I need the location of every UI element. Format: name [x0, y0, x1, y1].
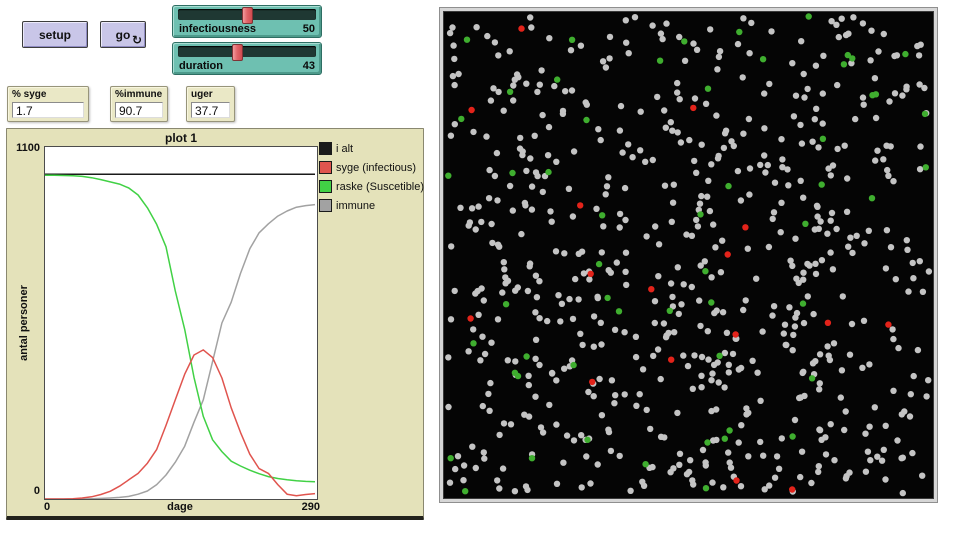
x-axis-label: dage — [44, 501, 316, 513]
world-view — [440, 8, 937, 502]
legend-swatch-red — [319, 161, 332, 174]
legend-item-syge: syge (infectious) — [319, 158, 424, 177]
go-button-label: go — [116, 28, 131, 42]
plot-widget: plot 1 1100 0 antal personer 0 dage 290 … — [6, 128, 424, 520]
legend-item-raske: raske (Suscetible) — [319, 177, 424, 196]
monitor-label: % syge — [12, 89, 46, 100]
legend-item-ialt: i alt — [319, 139, 424, 158]
slider-label: duration — [179, 59, 223, 73]
monitor-label: uger — [191, 89, 213, 100]
plot-lines — [45, 147, 317, 499]
go-button[interactable]: go ↻ — [100, 21, 146, 48]
setup-button[interactable]: setup — [22, 21, 88, 48]
app-canvas: setup go ↻ infectiousness 50 duration 43… — [0, 0, 964, 534]
slider-track[interactable] — [178, 46, 316, 57]
plot-legend: i alt syge (infectious) raske (Suscetibl… — [319, 139, 424, 215]
monitor-value: 1.7 — [12, 102, 84, 118]
monitor-value: 90.7 — [115, 102, 163, 118]
forever-loop-icon: ↻ — [132, 34, 142, 46]
monitor-uger: uger 37.7 — [186, 86, 235, 122]
monitor-value: 37.7 — [191, 102, 230, 118]
legend-swatch-green — [319, 180, 332, 193]
legend-item-immune: immune — [319, 196, 424, 215]
agents-canvas — [443, 11, 934, 499]
y-axis-label: antal personer — [18, 147, 33, 499]
slider-duration[interactable]: duration 43 — [172, 42, 322, 75]
monitor-pct-syge: % syge 1.7 — [7, 86, 89, 122]
monitor-pct-immune: %immune 90.7 — [110, 86, 168, 122]
monitor-label: %immune — [115, 89, 162, 100]
setup-button-label: setup — [39, 28, 71, 42]
slider-infectiousness[interactable]: infectiousness 50 — [172, 5, 322, 38]
plot-title: plot 1 — [44, 131, 318, 145]
slider-track[interactable] — [178, 9, 316, 20]
slider-value: 43 — [303, 59, 315, 73]
x-axis-max-tick: 290 — [284, 501, 320, 513]
slider-label: infectiousness — [179, 22, 256, 36]
plot-area — [44, 146, 318, 500]
legend-swatch-black — [319, 142, 332, 155]
legend-swatch-gray — [319, 199, 332, 212]
slider-value: 50 — [303, 22, 315, 36]
